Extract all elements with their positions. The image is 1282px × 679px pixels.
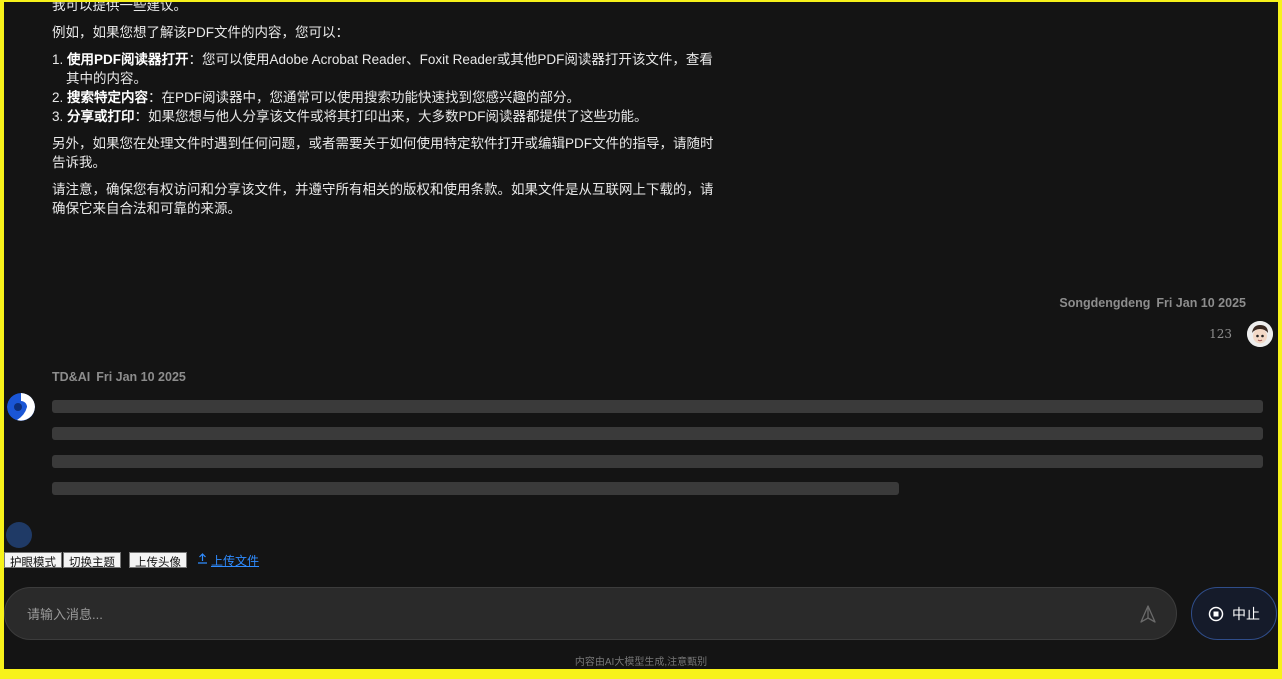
send-icon[interactable] [1138, 604, 1158, 624]
list-item: 2. 搜索特定内容：在PDF阅读器中，您通常可以使用搜索功能快速找到您感兴趣的部… [52, 88, 722, 107]
upload-avatar-button[interactable]: 上传头像 [129, 552, 187, 569]
toolbar: 护眼模式 切换主题 上传头像 上传文件 [4, 549, 259, 571]
loading-skeleton-line [52, 482, 899, 495]
previous-ai-message: 我可以提供一些建议。 例如，如果您想了解该PDF文件的内容，您可以： 1. 使用… [52, 2, 722, 226]
message-paragraph: 例如，如果您想了解该PDF文件的内容，您可以： [52, 25, 349, 40]
ai-message-meta: TD&AI Fri Jan 10 2025 [52, 370, 186, 384]
list-item: 1. 使用PDF阅读器打开：您可以使用Adobe Acrobat Reader、… [52, 50, 722, 88]
upload-file-link[interactable]: 上传文件 [197, 552, 259, 569]
message-line: 我可以提供一些建议。 [52, 2, 187, 13]
loading-indicator-dot [6, 522, 32, 548]
message-input[interactable] [25, 588, 1109, 641]
stop-button-label: 中止 [1232, 605, 1260, 622]
user-message-date: Fri Jan 10 2025 [1156, 296, 1246, 310]
list-number: 2. [52, 90, 64, 105]
ai-message-date: Fri Jan 10 2025 [96, 370, 186, 384]
message-paragraph: 另外，如果您在处理文件时遇到任何问题，或者需要关于如何使用特定软件打开或编辑PD… [52, 136, 714, 170]
user-name: Songdengdeng [1059, 296, 1151, 310]
user-message-text: 123 [1209, 327, 1232, 341]
list-item-title: 分享或打印 [67, 109, 135, 124]
ai-disclaimer: 内容由AI大模型生成,注意甄别 [574, 657, 708, 668]
ai-avatar-icon [7, 393, 35, 421]
upload-arrow-icon [197, 553, 208, 567]
list-number: 1. [52, 52, 64, 67]
list-item-text: ：如果您想与他人分享该文件或将其打印出来，大多数PDF阅读器都提供了这些功能。 [134, 109, 648, 124]
list-item-title: 搜索特定内容 [67, 90, 149, 105]
ai-name: TD&AI [52, 370, 91, 384]
stop-icon [1208, 606, 1224, 622]
loading-skeleton-line [52, 400, 1263, 413]
upload-file-label: 上传文件 [211, 553, 260, 568]
loading-skeleton-line [52, 455, 1263, 468]
list-number: 3. [52, 109, 64, 124]
suggestion-list: 1. 使用PDF阅读器打开：您可以使用Adobe Acrobat Reader、… [52, 50, 722, 126]
user-message-meta: Songdengdeng Fri Jan 10 2025 [1059, 296, 1246, 310]
message-paragraph: 请注意，确保您有权访问和分享该文件，并遵守所有相关的版权和使用条款。如果文件是从… [52, 182, 714, 216]
user-avatar-icon[interactable] [1247, 321, 1273, 347]
switch-theme-button[interactable]: 切换主题 [63, 552, 121, 569]
message-input-box [4, 587, 1177, 641]
eye-mode-button[interactable]: 护眼模式 [4, 552, 62, 569]
stop-button[interactable]: 中止 [1191, 587, 1277, 640]
list-item-text: ：在PDF阅读器中，您通常可以使用搜索功能快速找到您感兴趣的部分。 [148, 90, 581, 105]
list-item-title: 使用PDF阅读器打开 [67, 52, 189, 67]
list-item: 3. 分享或打印：如果您想与他人分享该文件或将其打印出来，大多数PDF阅读器都提… [52, 107, 722, 126]
loading-skeleton-line [52, 427, 1263, 440]
chat-window: 我可以提供一些建议。 例如，如果您想了解该PDF文件的内容，您可以： 1. 使用… [4, 2, 1278, 669]
